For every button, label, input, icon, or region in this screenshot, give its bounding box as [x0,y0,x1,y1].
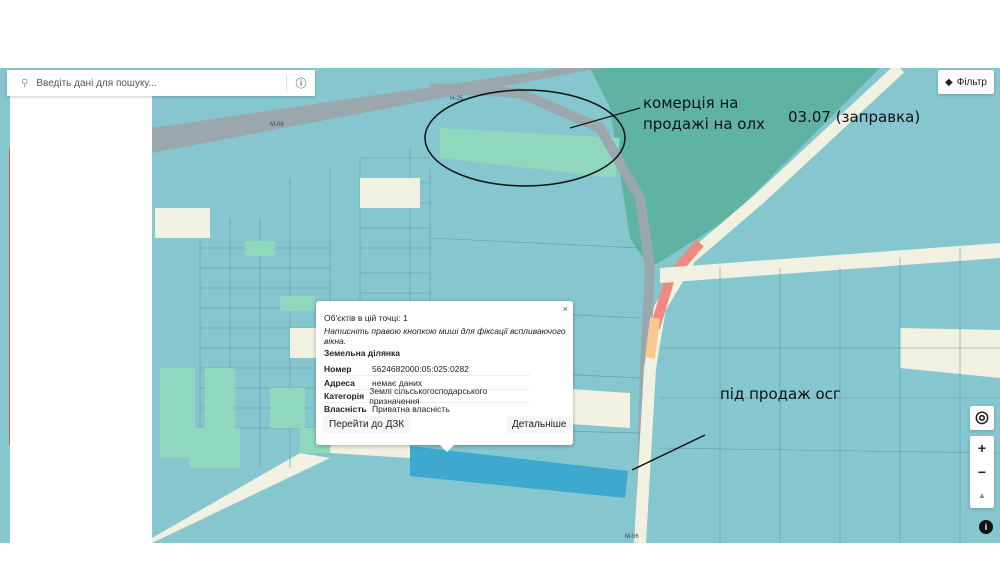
info-row: Власність Приватна власність [324,403,450,414]
annotation-text: продажі на олх [643,115,765,133]
filter-button[interactable]: ◆ Фільтр [938,70,994,94]
search-input[interactable]: Введіть дані для пошуку... [36,78,286,89]
info-icon[interactable]: i [979,520,993,534]
compass-button[interactable]: ▲ [970,484,994,508]
objects-count: Об'єктів в цій точці: 1 [324,313,408,323]
zoom-controls: + − ▲ [970,436,994,508]
popup-hint: Натисніть правою кнопкою миші для фіксац… [324,326,566,346]
popup-section-title: Земельна ділянка [324,348,401,358]
annotation-text: 03.07 (заправка) [788,108,921,126]
road-label: M-06 [625,534,639,540]
road-label: M-06 [270,122,284,128]
side-panel [10,95,152,563]
details-button[interactable]: Детальніше [506,416,573,433]
left-strip [0,148,10,445]
zoom-in-button[interactable]: + [970,436,994,460]
info-row: Номер 5624682000:05:025:0282 [324,362,530,376]
annotation-text: під продаж осг [720,385,841,403]
filter-label: Фільтр [956,76,987,88]
search-icon: ⚲ [21,77,29,89]
go-to-dzk-button[interactable]: Перейти до ДЗК [323,416,411,433]
road-label: H-25 [450,96,464,102]
layers-icon: ◆ [945,76,953,88]
annotation-text: комерція на [643,94,739,112]
locate-button[interactable]: ◎ [970,406,994,430]
search-bar[interactable]: ⚲ Введіть дані для пошуку... ⓘ [7,70,315,96]
zoom-out-button[interactable]: − [970,460,994,484]
close-icon[interactable]: × [563,304,568,314]
info-row: Категорія Землі сільськогосподарського пр… [324,386,530,406]
info-circle-icon[interactable]: ⓘ [286,75,315,91]
